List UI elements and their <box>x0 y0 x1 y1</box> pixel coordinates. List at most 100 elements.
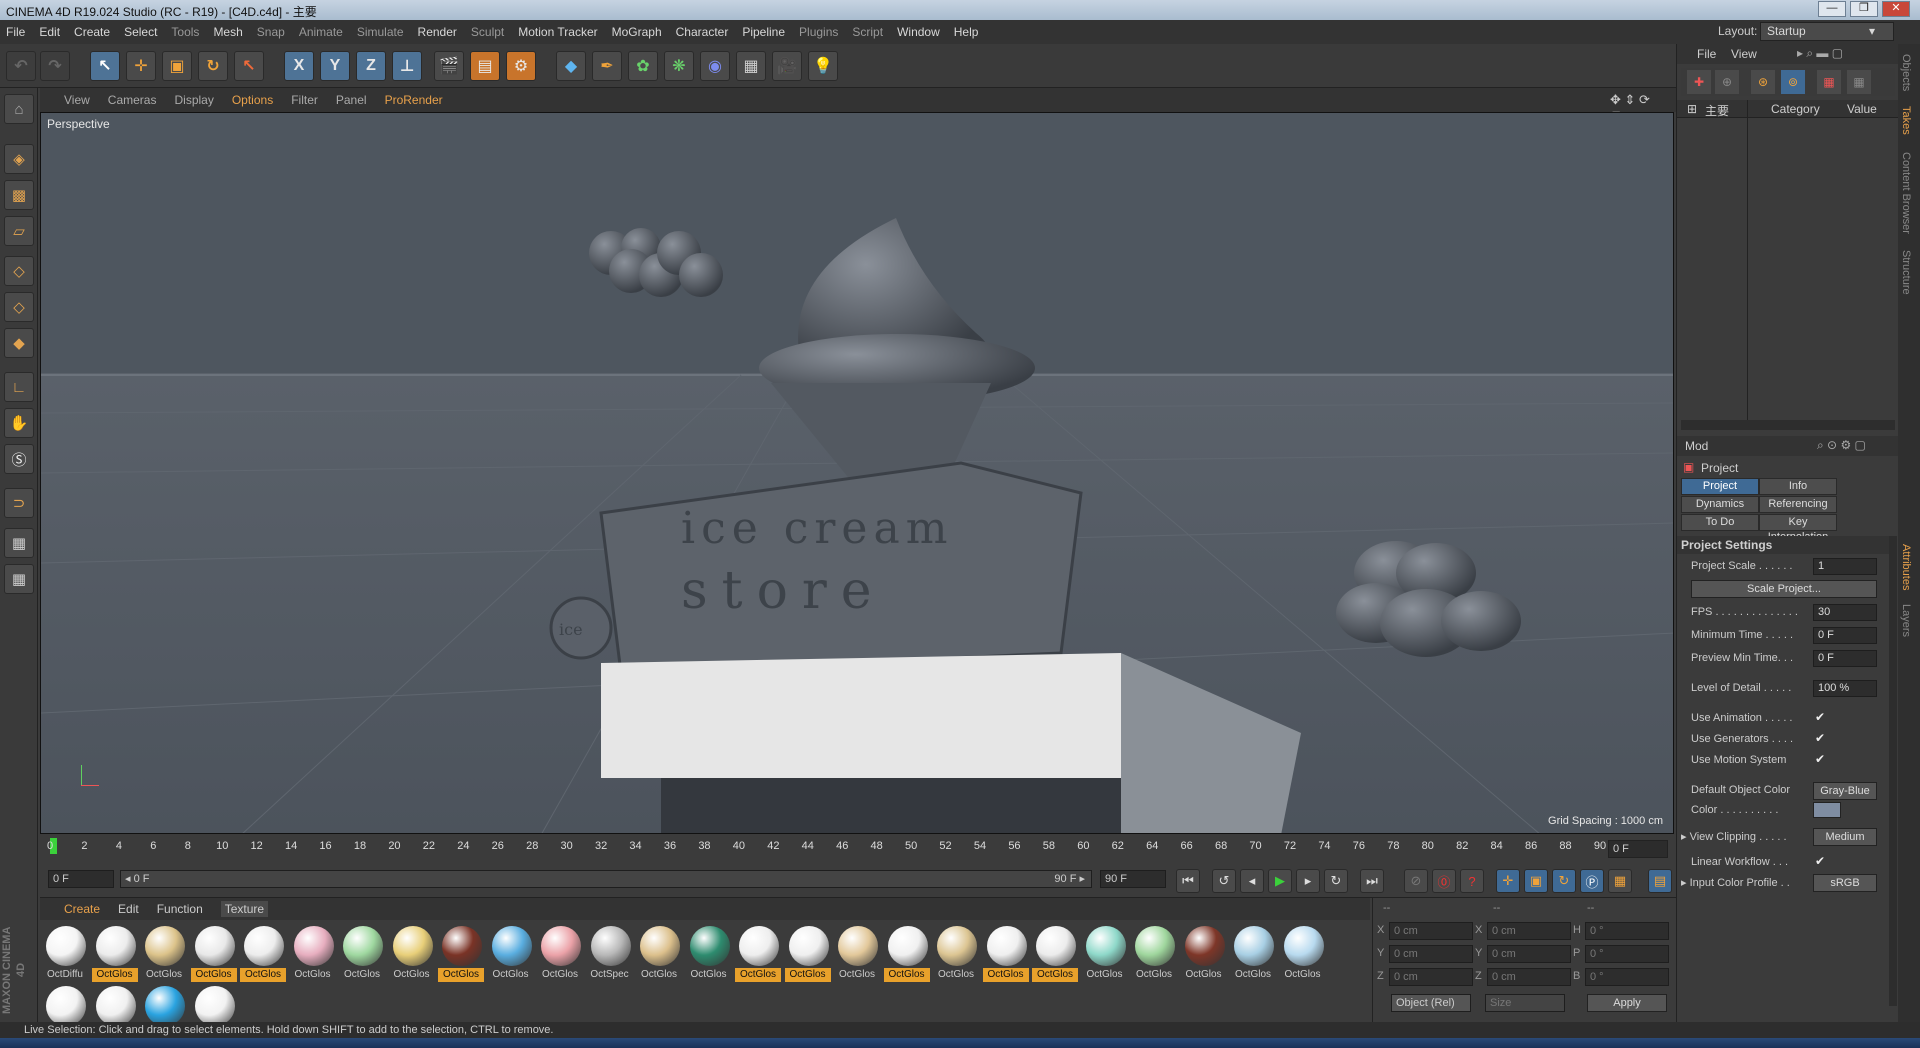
maximize-button[interactable]: ❐ <box>1850 1 1878 17</box>
material-swatch[interactable]: OctGlos <box>1230 924 1276 980</box>
texture-mode-icon[interactable]: ▩ <box>4 180 34 210</box>
menu-mesh[interactable]: Mesh <box>213 25 242 39</box>
default-object-color-dropdown[interactable]: Gray-Blue <box>1813 782 1877 800</box>
redo-icon[interactable]: ↷ <box>40 51 70 81</box>
menu-motion-tracker[interactable]: Motion Tracker <box>518 25 597 39</box>
material-swatch[interactable]: OctGlos <box>784 924 831 982</box>
viewport-menu-options[interactable]: Options <box>232 93 273 107</box>
undo-icon[interactable]: ↶ <box>6 51 36 81</box>
menu-help[interactable]: Help <box>954 25 979 39</box>
solo-icon[interactable]: Ⓢ <box>4 444 34 474</box>
viewport-menu-view[interactable]: View <box>64 93 90 107</box>
menu-snap[interactable]: Snap <box>257 25 285 39</box>
coords-mode-dropdown[interactable]: Object (Rel) <box>1391 994 1471 1012</box>
record-icon[interactable]: ⓪ <box>1432 869 1456 893</box>
auto-take-icon[interactable]: ⊚ <box>1781 70 1805 94</box>
start-frame-field[interactable]: 0 F <box>48 870 114 888</box>
current-frame-field[interactable]: 0 F <box>1608 840 1668 858</box>
side-tab-takes[interactable]: Takes <box>1900 106 1912 135</box>
object-manager-toolbar-icons[interactable]: ▸ ⌕ ▬ ▢ <box>1797 46 1843 61</box>
menu-window[interactable]: Window <box>897 25 940 39</box>
timeline-window-icon[interactable]: ▤ <box>1648 869 1672 893</box>
viewport-menu-display[interactable]: Display <box>174 93 213 107</box>
material-swatch[interactable]: OctGlos <box>438 924 484 982</box>
key-scale-icon[interactable]: ▣ <box>1524 869 1548 893</box>
tab-dynamics[interactable]: Dynamics <box>1681 496 1759 513</box>
objects-menu-file[interactable]: File <box>1697 47 1716 61</box>
coord-value-field[interactable]: 0 cm <box>1389 968 1473 986</box>
menu-create[interactable]: Create <box>74 25 110 39</box>
key-parameter-icon[interactable]: Ⓟ <box>1580 869 1604 893</box>
material-swatch[interactable]: OctGlos <box>636 924 682 980</box>
previous-key-icon[interactable]: ↺ <box>1212 869 1236 893</box>
coord-value-field[interactable]: 0 ° <box>1585 922 1669 940</box>
material-swatch[interactable]: OctGlos <box>1131 924 1177 980</box>
material-swatch[interactable]: OctGlos <box>389 924 435 980</box>
grid-snap-icon[interactable]: ▦ <box>4 564 34 594</box>
menu-simulate[interactable]: Simulate <box>357 25 404 39</box>
pen-spline-icon[interactable]: ✒ <box>592 51 622 81</box>
use-animation-checkbox[interactable]: ✔ <box>1815 710 1825 724</box>
snap-icon[interactable]: ⊃ <box>4 488 34 518</box>
material-swatch[interactable]: OctGlos <box>735 924 781 982</box>
material-swatch[interactable]: OctGlos <box>290 924 336 980</box>
go-to-end-icon[interactable]: ⏭ <box>1360 869 1384 893</box>
project-scale-field[interactable]: 1 <box>1813 558 1877 575</box>
cloner-icon[interactable]: ❋ <box>664 51 694 81</box>
y-axis-lock-button[interactable]: Y <box>320 51 350 81</box>
apply-button[interactable]: Apply <box>1587 994 1667 1012</box>
render-view-icon[interactable]: 🎬 <box>434 51 464 81</box>
record-off-icon[interactable]: ⊘ <box>1404 869 1428 893</box>
z-axis-lock-button[interactable]: Z <box>356 51 386 81</box>
axis-mode-icon[interactable]: ∟ <box>4 372 34 402</box>
minimize-button[interactable]: — <box>1818 1 1846 17</box>
material-swatch[interactable]: OctGlos <box>1280 924 1326 980</box>
coord-value-field[interactable]: 0 ° <box>1585 945 1669 963</box>
key-pla-icon[interactable]: ▦ <box>1608 869 1632 893</box>
material-menu-create[interactable]: Create <box>64 902 100 916</box>
side-tab-content-browser[interactable]: Content Browser <box>1900 152 1912 234</box>
menu-pipeline[interactable]: Pipeline <box>742 25 785 39</box>
view-clipping-dropdown[interactable]: Medium <box>1813 828 1877 846</box>
cube-icon[interactable]: ◆ <box>556 51 586 81</box>
viewport-menu-prorender[interactable]: ProRender <box>385 93 443 107</box>
coords-size-dropdown[interactable]: Size <box>1485 994 1565 1012</box>
use-motion-system-checkbox[interactable]: ✔ <box>1815 752 1825 766</box>
coord-value-field[interactable]: 0 cm <box>1487 922 1571 940</box>
input-color-profile-dropdown[interactable]: sRGB <box>1813 874 1877 892</box>
close-button[interactable]: ✕ <box>1882 1 1910 17</box>
rotate-icon[interactable]: ↻ <box>198 51 228 81</box>
fps-field[interactable]: 30 <box>1813 604 1877 621</box>
use-generators-checkbox[interactable]: ✔ <box>1815 731 1825 745</box>
move-icon[interactable]: ✛ <box>126 51 156 81</box>
render-settings-icon[interactable]: ⚙ <box>506 51 536 81</box>
color-swatch[interactable] <box>1813 802 1841 818</box>
tab-referencing[interactable]: Referencing <box>1759 496 1837 513</box>
material-swatch[interactable]: OctGlos <box>141 924 187 980</box>
linear-workflow-checkbox[interactable]: ✔ <box>1815 854 1825 868</box>
level-of-detail-field[interactable]: 100 % <box>1813 680 1877 697</box>
coord-value-field[interactable]: 0 cm <box>1487 945 1571 963</box>
edges-mode-icon[interactable]: ◇ <box>4 292 34 322</box>
material-swatch[interactable]: OctGlos <box>91 924 138 982</box>
material-swatch[interactable]: OctGlos <box>1181 924 1227 980</box>
attributes-mode-menu[interactable]: Mod <box>1685 439 1708 453</box>
preview-range-slider[interactable]: ◂ 0 F 90 F ▸ <box>120 870 1092 888</box>
x-axis-lock-button[interactable]: X <box>284 51 314 81</box>
viewport-menu-panel[interactable]: Panel <box>336 93 367 107</box>
viewport-menu-filter[interactable]: Filter <box>291 93 318 107</box>
side-tab-structure[interactable]: Structure <box>1900 250 1912 295</box>
end-frame-field[interactable]: 90 F <box>1100 870 1166 888</box>
material-swatch[interactable]: OctGlos <box>240 924 286 982</box>
take-root-label[interactable]: 主要 <box>1705 102 1729 119</box>
tweak-mode-icon[interactable]: ✋ <box>4 408 34 438</box>
material-swatch[interactable]: OctGlos <box>982 924 1029 982</box>
points-mode-icon[interactable]: ◇ <box>4 256 34 286</box>
attributes-toolbar-icons[interactable]: ⌕ ⊙ ⚙ ▢ <box>1817 438 1866 453</box>
render-picture-viewer-icon[interactable]: ▤ <box>470 51 500 81</box>
next-frame-icon[interactable]: ▸ <box>1296 869 1320 893</box>
attributes-scrollbar[interactable] <box>1889 536 1897 1006</box>
viewport-menu-cameras[interactable]: Cameras <box>108 93 157 107</box>
preview-min-time-field[interactable]: 0 F <box>1813 650 1877 667</box>
menu-edit[interactable]: Edit <box>39 25 60 39</box>
